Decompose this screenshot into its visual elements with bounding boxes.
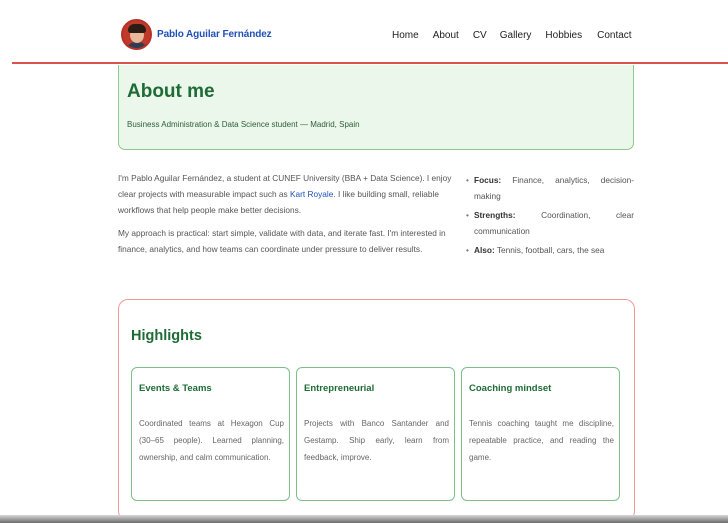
site-header: Pablo Aguilar Fernández Home About CV Ga… [0,0,728,62]
nav-home[interactable]: Home [392,30,419,41]
page-subtitle: Business Administration & Data Science s… [127,120,360,129]
highlight-card-coaching: Coaching mindset Tennis coaching taught … [461,367,620,501]
highlight-card-entrepreneurial: Entrepreneurial Projects with Banco Sant… [296,367,455,501]
nav-gallery[interactable]: Gallery [500,30,532,41]
header-divider [12,62,728,64]
about-hero: About me Business Administration & Data … [118,65,634,150]
card-title: Events & Teams [139,383,212,394]
card-body: Coordinated teams at Hexagon Cup (30–65 … [139,419,284,462]
list-item-text: Tennis, football, cars, the sea [496,245,605,255]
list-item-label: Focus: [474,175,502,185]
avatar-hair [128,24,146,33]
brand-name[interactable]: Pablo Aguilar Fernández [157,29,272,40]
kart-royale-link[interactable]: Kart Royale [290,189,333,199]
list-item-label: Strengths: [474,210,516,220]
page-title: About me [127,81,215,102]
avatar [121,19,152,50]
card-title: Coaching mindset [469,383,552,394]
card-title: Entrepreneurial [304,383,375,394]
intro-paragraph-1: I'm Pablo Aguilar Fernández, a student a… [118,170,458,218]
list-item: Also: Tennis, football, cars, the sea [466,242,634,258]
card-body: Projects with Banco Santander and Gestam… [304,419,449,462]
card-body: Tennis coaching taught me discipline, re… [469,419,614,462]
avatar-shirt [126,42,148,48]
intro-paragraph-2: My approach is practical: start simple, … [118,228,446,254]
brand[interactable]: Pablo Aguilar Fernández [121,19,272,50]
summary-list: Focus: Finance, analytics, decision-maki… [466,172,634,261]
nav-contact[interactable]: Contact [597,30,631,41]
nav-cv[interactable]: CV [473,30,487,41]
intro-text: I'm Pablo Aguilar Fernández, a student a… [118,170,458,264]
nav-hobbies[interactable]: Hobbies [545,30,582,41]
highlight-card-events: Events & Teams Coordinated teams at Hexa… [131,367,290,501]
window-bottom-edge [0,515,728,523]
main-nav: Home About CV Gallery Hobbies Contact [392,30,632,41]
list-item-label: Also: [474,245,495,255]
list-item: Focus: Finance, analytics, decision-maki… [466,172,634,204]
nav-about[interactable]: About [433,30,459,41]
list-item: Strengths: Coordination, clear communica… [466,207,634,239]
highlights-section: Highlights Events & Teams Coordinated te… [118,299,635,521]
highlights-title: Highlights [131,328,202,344]
